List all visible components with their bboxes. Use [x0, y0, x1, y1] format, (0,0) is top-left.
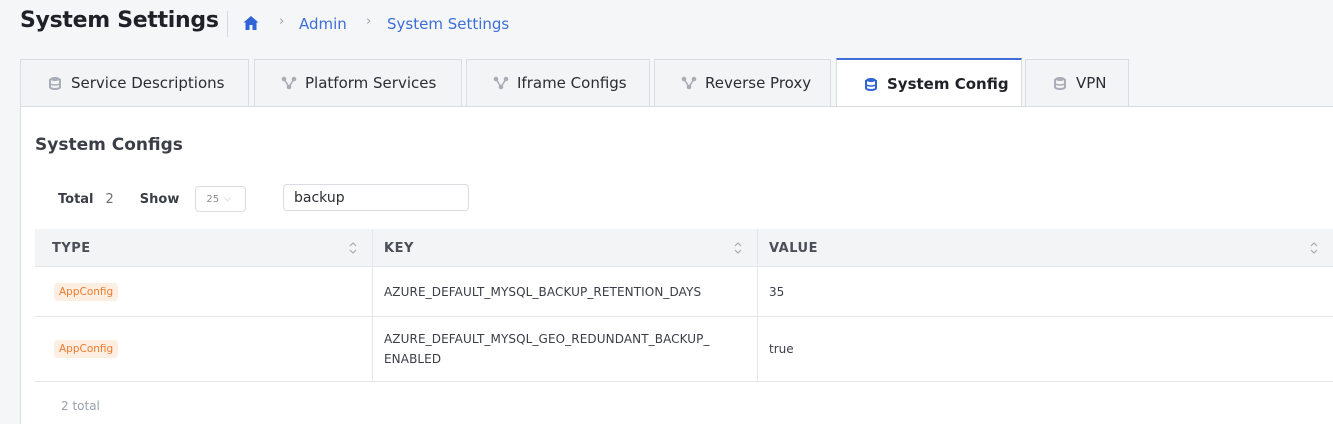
sort-icon[interactable]: [1310, 241, 1318, 255]
type-cell: AppConfig: [35, 317, 373, 381]
database-icon: [1054, 77, 1066, 91]
sort-icon[interactable]: [349, 241, 357, 255]
column-divider: [372, 229, 373, 267]
value-cell: 35: [769, 284, 785, 299]
tab-label: System Config: [887, 74, 1009, 93]
tab-label: VPN: [1076, 74, 1107, 92]
chevron-right-icon: ›: [279, 14, 285, 29]
section-title: System Configs: [35, 135, 183, 155]
tab-iframe-configs[interactable]: Iframe Configs: [466, 59, 650, 106]
column-header-value[interactable]: VALUE: [758, 229, 1333, 267]
page-size-value: 25: [206, 193, 220, 205]
chevron-down-icon: ⌵: [224, 194, 231, 204]
tab-system-config[interactable]: System Config: [836, 58, 1022, 107]
column-divider: [757, 317, 758, 381]
tab-reverse-proxy[interactable]: Reverse Proxy: [654, 59, 831, 106]
type-badge: AppConfig: [54, 282, 119, 301]
tab-vpn[interactable]: VPN: [1025, 59, 1129, 106]
total-count: 2: [105, 191, 114, 207]
type-badge: AppConfig: [54, 340, 119, 358]
table-toolbar: Total 2 Show 25 ⌵: [58, 186, 247, 212]
column-divider: [372, 267, 373, 316]
table-row[interactable]: AppConfig AZURE_DEFAULT_MYSQL_BACKUP_RET…: [35, 267, 1333, 317]
home-icon[interactable]: [242, 14, 260, 32]
tab-label: Platform Services: [305, 74, 437, 92]
column-divider: [372, 317, 373, 381]
database-icon: [49, 77, 61, 91]
key-line: AZURE_DEFAULT_MYSQL_GEO_REDUNDANT_BACKUP…: [384, 332, 710, 346]
table-row[interactable]: AppConfig AZURE_DEFAULT_MYSQL_GEO_REDUND…: [35, 317, 1333, 382]
key-line: ENABLED: [384, 352, 442, 366]
column-label: KEY: [384, 240, 414, 256]
tab-service-descriptions[interactable]: Service Descriptions: [20, 59, 249, 106]
column-label: VALUE: [769, 240, 818, 256]
column-label: TYPE: [52, 240, 91, 256]
page-header: System Settings › Admin › System Setting…: [0, 0, 1333, 50]
key-cell: AZURE_DEFAULT_MYSQL_GEO_REDUNDANT_BACKUP…: [373, 317, 758, 381]
network-icon: [281, 76, 297, 90]
type-cell: AppConfig: [35, 267, 373, 316]
title-divider: [227, 11, 228, 37]
network-icon: [493, 76, 509, 90]
tab-label: Service Descriptions: [71, 74, 225, 92]
network-icon: [681, 76, 697, 90]
value-cell: true: [769, 342, 794, 356]
search-input[interactable]: [283, 184, 469, 211]
column-divider: [757, 267, 758, 316]
breadcrumb-system-settings[interactable]: System Settings: [387, 15, 509, 33]
system-configs-panel: System Configs Total 2 Show 25 ⌵ TYPE KE…: [20, 106, 1333, 424]
column-divider: [757, 229, 758, 267]
sort-icon[interactable]: [734, 241, 742, 255]
total-label: Total: [58, 191, 94, 207]
footer-total: 2 total: [61, 399, 100, 413]
database-icon: [865, 77, 877, 91]
show-label: Show: [139, 191, 180, 207]
key-cell: AZURE_DEFAULT_MYSQL_BACKUP_RETENTION_DAY…: [384, 284, 702, 299]
table-header: TYPE KEY VALUE: [35, 229, 1333, 267]
tab-label: Reverse Proxy: [705, 74, 812, 92]
chevron-right-icon: ›: [366, 14, 372, 29]
column-header-type[interactable]: TYPE: [35, 229, 373, 267]
page-size-select[interactable]: 25 ⌵: [195, 186, 247, 212]
column-header-key[interactable]: KEY: [373, 229, 758, 267]
breadcrumb-admin[interactable]: Admin: [299, 15, 347, 33]
page-title: System Settings: [20, 8, 219, 33]
tab-platform-services[interactable]: Platform Services: [254, 59, 462, 106]
tab-label: Iframe Configs: [517, 74, 627, 92]
